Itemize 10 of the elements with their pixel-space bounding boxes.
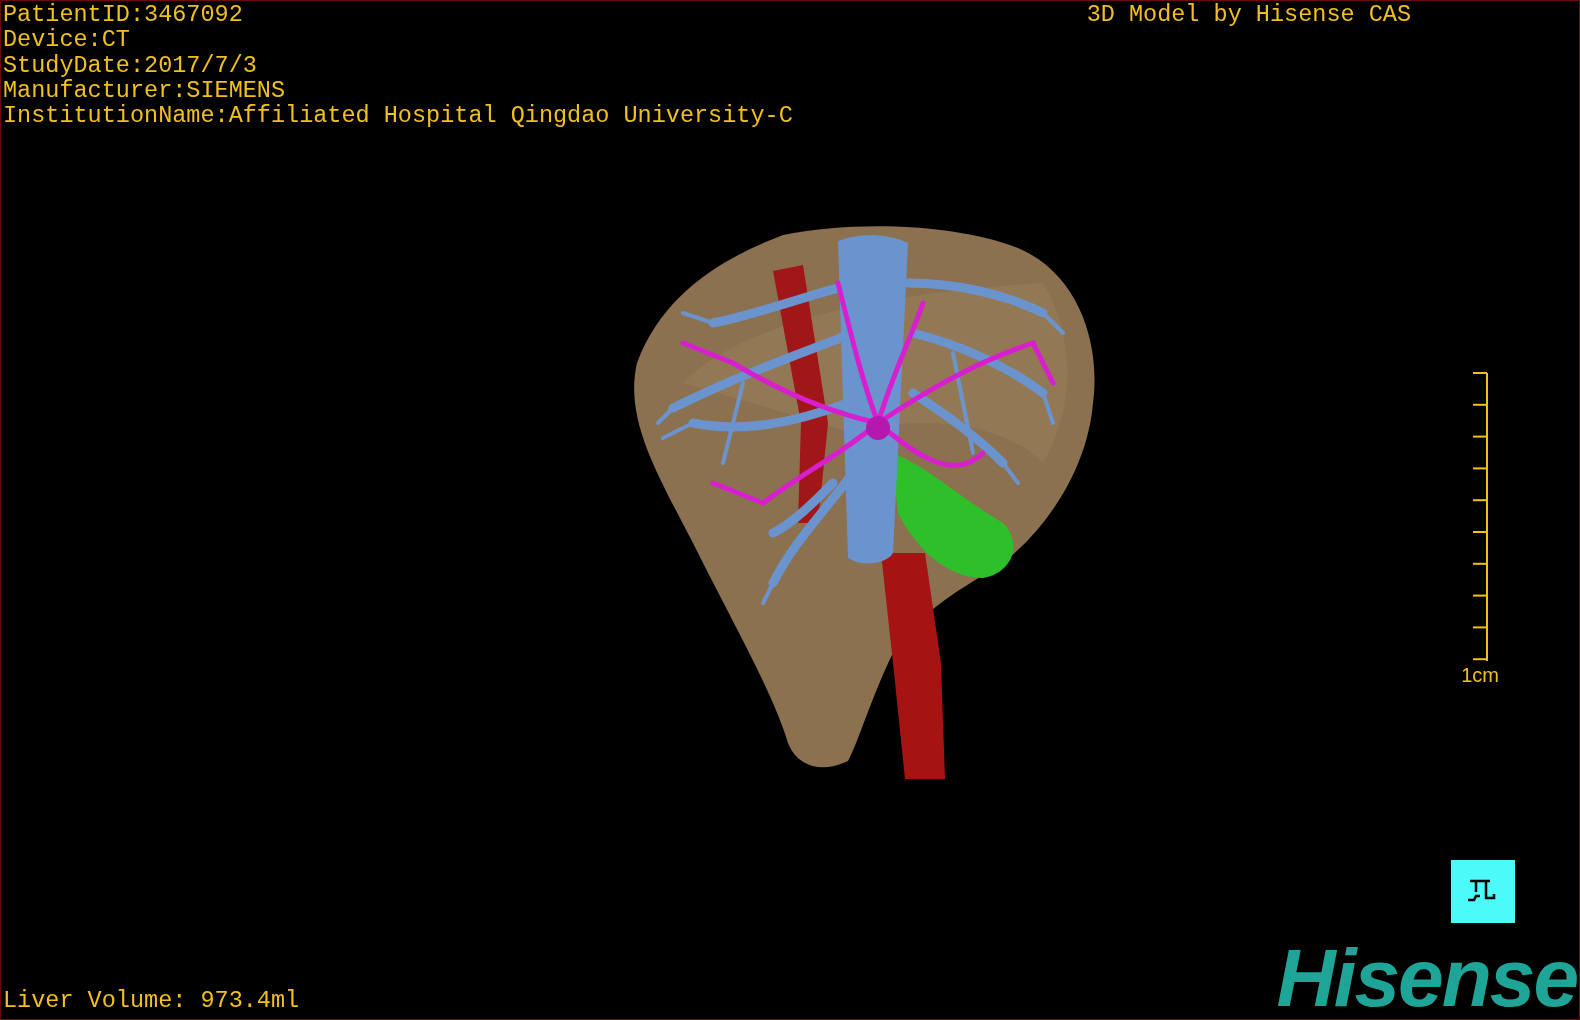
patient-info-text: Manufacturer:SIEMENS	[3, 77, 287, 104]
patient-info-text: Device:CT	[3, 27, 131, 53]
liver-volume-text: Liver Volume: 973.4ml	[2, 987, 300, 1013]
patient-info-text: StudyDate:2017/7/3	[3, 52, 258, 78]
patient-info-text: PatientID:3467092	[3, 2, 244, 28]
view-button[interactable]	[1451, 860, 1515, 923]
scale-label: 1cm	[1461, 664, 1499, 687]
patient-info-text: InstitutionName:Affiliated Hospital Qingdao University-C	[3, 103, 793, 129]
viewer-title: 3D Model by Hisense CAS	[1086, 2, 1411, 28]
brand-logo: Hisense	[1276, 943, 1577, 1013]
